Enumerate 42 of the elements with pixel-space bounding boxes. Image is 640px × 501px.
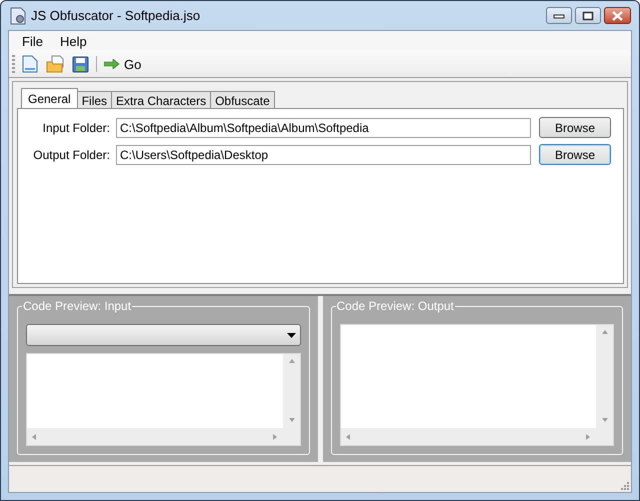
tab[interactable]: General (21, 88, 78, 108)
tab[interactable]: Files (76, 91, 112, 108)
scroll-right-icon[interactable] (585, 433, 592, 440)
maximize-button[interactable] (575, 7, 601, 24)
tab[interactable]: Obfuscate (210, 91, 275, 108)
browse-button[interactable]: Browse (539, 117, 611, 138)
close-button[interactable] (604, 7, 631, 24)
scroll-down-icon[interactable] (601, 417, 608, 424)
folder-field[interactable]: C:\Softpedia\Album\Softpedia\Album\Softpedia (116, 118, 531, 138)
minimize-button[interactable] (546, 7, 572, 24)
code-preview-area[interactable] (26, 353, 300, 446)
menu-item[interactable]: Help (52, 32, 97, 50)
minimize-icon (553, 12, 565, 18)
scroll-right-icon[interactable] (272, 433, 278, 440)
scroll-left-icon[interactable] (31, 433, 38, 440)
field-label: Input Folder: (42, 120, 110, 134)
scroll-up-icon[interactable] (601, 329, 608, 336)
field-label: Output Folder: (32, 148, 110, 162)
open-button[interactable] (45, 54, 65, 74)
new-button[interactable] (21, 54, 39, 74)
maximize-icon (582, 10, 594, 20)
scroll-down-icon[interactable] (288, 417, 294, 424)
arrow-icon (104, 59, 120, 69)
close-icon (611, 10, 624, 20)
file-dropdown[interactable] (26, 324, 300, 346)
menu-item[interactable]: File (15, 32, 53, 50)
window-title: JS Obfuscator - Softpedia.jso (31, 8, 200, 23)
app-icon (10, 6, 26, 24)
scroll-up-icon[interactable] (288, 358, 294, 365)
go-button[interactable]: Go (103, 56, 142, 72)
group-title: Code Preview: Output (336, 299, 455, 313)
dropdown-arrow-icon (286, 332, 296, 338)
group-title: Code Preview: Input (22, 299, 132, 313)
code-preview-area[interactable] (340, 324, 614, 446)
scroll-left-icon[interactable] (344, 433, 352, 440)
open-folder-icon (46, 55, 64, 73)
browse-button[interactable]: Browse (539, 144, 611, 165)
folder-field[interactable]: C:\Users\Softpedia\Desktop (116, 144, 531, 164)
tab[interactable]: Extra Characters (111, 91, 212, 108)
new-file-icon (22, 55, 38, 73)
save-button[interactable] (71, 54, 90, 74)
resize-grip-icon[interactable] (620, 481, 629, 490)
